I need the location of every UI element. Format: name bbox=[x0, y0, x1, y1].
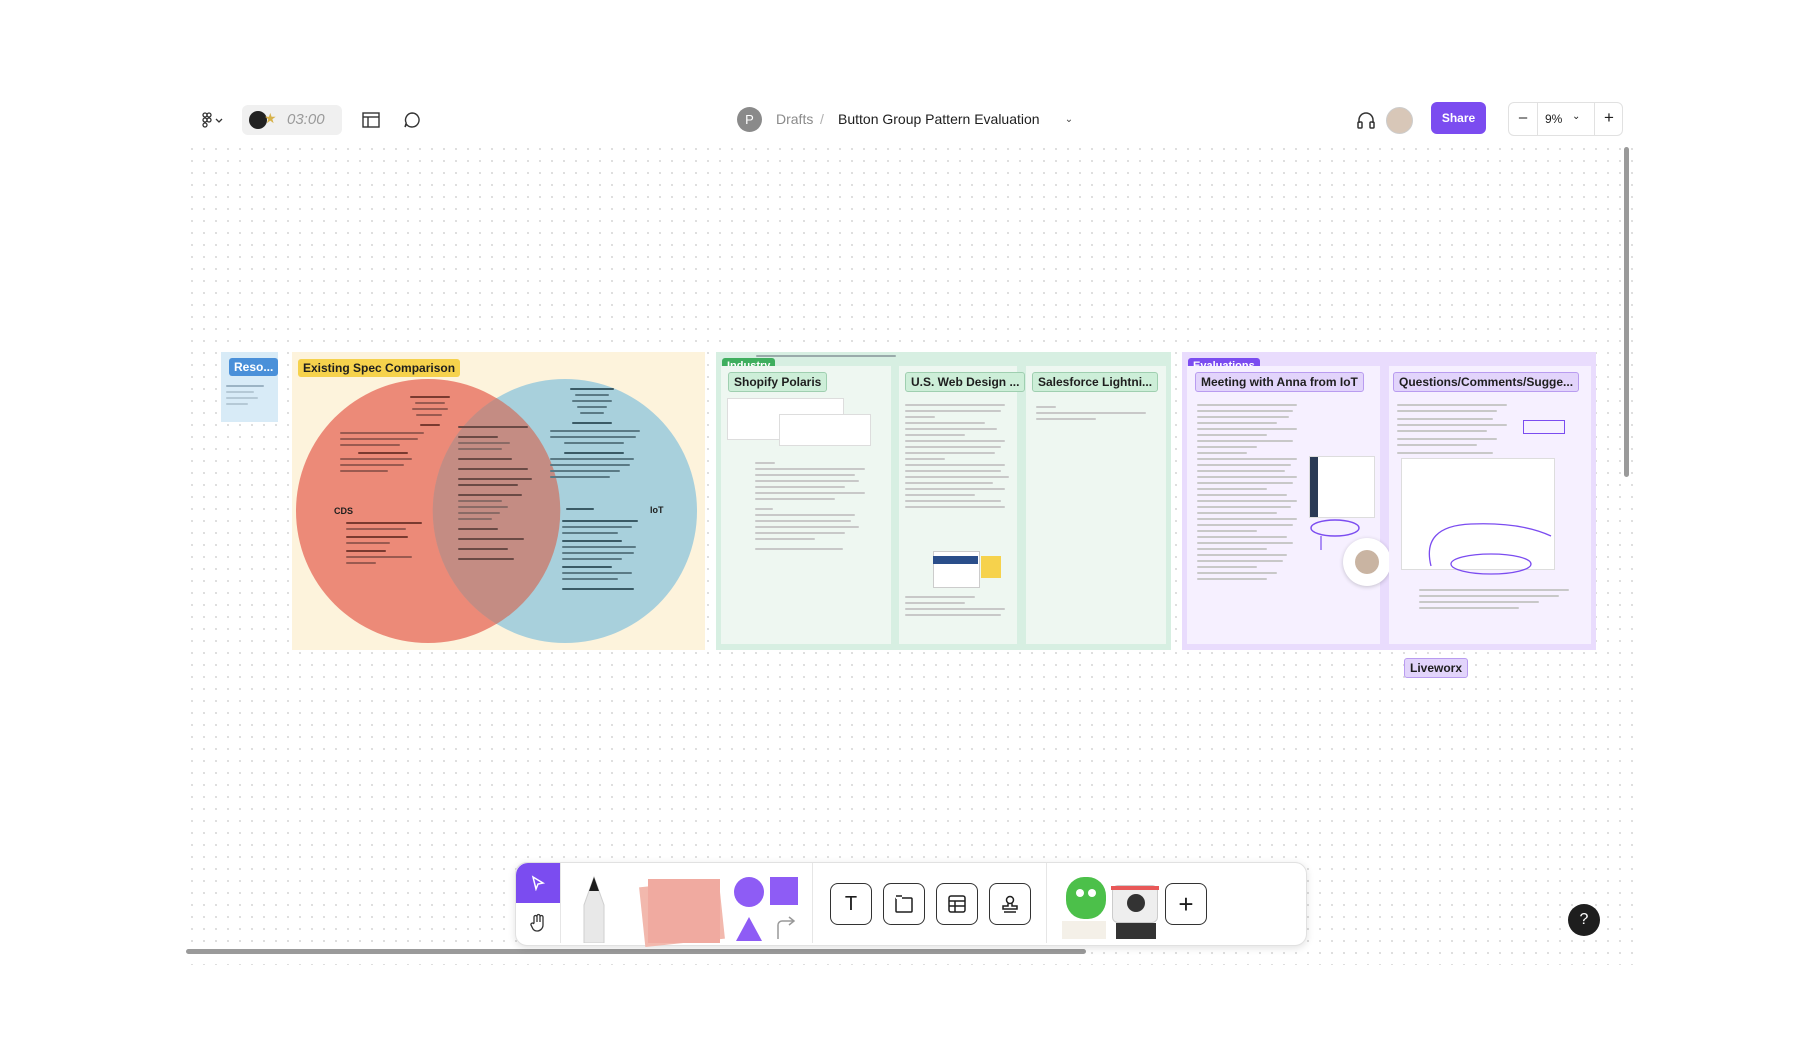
uswds-title: U.S. Web Design ... bbox=[905, 372, 1026, 392]
meeting-with-anna-card[interactable]: Meeting with Anna from IoT bbox=[1187, 366, 1391, 644]
table-tool-button[interactable] bbox=[936, 883, 978, 925]
salesforce-lightning-card[interactable]: Salesforce Lightni... bbox=[1026, 366, 1166, 644]
liveworx-label[interactable]: Liveworx bbox=[1404, 658, 1469, 678]
collaborator-avatar[interactable] bbox=[1343, 538, 1391, 586]
widgets-tool[interactable] bbox=[1062, 871, 1162, 941]
vertical-scrollbar[interactable] bbox=[1624, 147, 1629, 477]
section-icon bbox=[895, 895, 913, 913]
uswds-card[interactable]: U.S. Web Design ... bbox=[899, 366, 1026, 644]
board-canvas[interactable]: Reso... Existing Spec Comparison CDS IoT bbox=[186, 143, 1641, 965]
timer-text: 03:00 bbox=[287, 111, 325, 128]
select-tool-button[interactable] bbox=[516, 863, 560, 903]
text-tool-button[interactable]: T bbox=[830, 883, 872, 925]
salesforce-lightning-title: Salesforce Lightni... bbox=[1032, 372, 1159, 392]
venn-right-label: IoT bbox=[650, 505, 664, 515]
help-button[interactable]: ? bbox=[1568, 904, 1600, 936]
zoom-control: – 9% ⌄ + bbox=[1508, 102, 1623, 136]
headphones-icon[interactable] bbox=[1354, 108, 1378, 132]
monster-sticker-icon bbox=[1066, 877, 1106, 919]
resources-label: Reso... bbox=[229, 358, 279, 376]
horizontal-scrollbar[interactable] bbox=[186, 949, 1086, 954]
zoom-chevron-icon[interactable]: ⌄ bbox=[1572, 111, 1580, 122]
top-bar: ★ 03:00 P Drafts / Button Group Pattern … bbox=[186, 98, 1641, 144]
file-name[interactable]: Button Group Pattern Evaluation bbox=[838, 111, 1040, 127]
stamp-tool-button[interactable] bbox=[989, 883, 1031, 925]
meeting-with-anna-title: Meeting with Anna from IoT bbox=[1195, 372, 1364, 392]
more-tools-button[interactable]: + bbox=[1165, 883, 1207, 925]
resources-frame[interactable]: Reso... bbox=[221, 352, 279, 422]
zoom-level[interactable]: 9% bbox=[1545, 103, 1575, 135]
questions-comments-title: Questions/Comments/Sugge... bbox=[1393, 372, 1580, 392]
timer-chip[interactable]: ★ 03:00 bbox=[242, 105, 342, 135]
stamp-icon bbox=[1002, 895, 1018, 913]
questions-comments-card[interactable]: Questions/Comments/Sugge... bbox=[1389, 366, 1591, 644]
camera-sticker-icon bbox=[1111, 885, 1159, 923]
team-avatar[interactable]: P bbox=[737, 107, 762, 132]
cursor-icon bbox=[531, 875, 546, 891]
hand-tool-button[interactable] bbox=[516, 903, 560, 943]
zoom-in-button[interactable]: + bbox=[1594, 103, 1623, 135]
section-tool-button[interactable] bbox=[883, 883, 925, 925]
hand-icon bbox=[530, 913, 544, 932]
comment-icon[interactable] bbox=[400, 108, 424, 132]
breadcrumb-separator: / bbox=[820, 111, 824, 127]
shopify-polaris-card[interactable]: Shopify Polaris bbox=[721, 366, 891, 644]
pen-tool[interactable] bbox=[574, 875, 614, 944]
figma-menu-icon[interactable] bbox=[198, 109, 228, 131]
share-button[interactable]: Share bbox=[1431, 102, 1486, 134]
star-icon: ★ bbox=[264, 110, 277, 126]
bottom-toolbar: T + bbox=[515, 862, 1307, 948]
sticky-note-tool[interactable] bbox=[634, 877, 725, 948]
industry-frame[interactable]: Industry Shopify Polaris bbox=[716, 352, 1171, 650]
shopify-polaris-title: Shopify Polaris bbox=[728, 372, 828, 392]
zoom-out-button[interactable]: – bbox=[1509, 103, 1538, 135]
venn-left-label: CDS bbox=[334, 506, 354, 516]
breadcrumb-drafts[interactable]: Drafts bbox=[776, 111, 813, 127]
evaluations-frame[interactable]: Evaluations Meeting with Anna from IoT bbox=[1182, 352, 1596, 650]
chevron-down-icon[interactable]: ⌄ bbox=[1062, 112, 1076, 126]
table-icon bbox=[948, 895, 966, 913]
existing-spec-frame[interactable]: Existing Spec Comparison CDS IoT bbox=[292, 352, 705, 650]
connector-arrow-icon bbox=[777, 916, 796, 939]
user-avatar[interactable] bbox=[1386, 107, 1413, 134]
layout-panel-icon[interactable] bbox=[359, 108, 383, 132]
shape-tool[interactable] bbox=[726, 875, 804, 943]
